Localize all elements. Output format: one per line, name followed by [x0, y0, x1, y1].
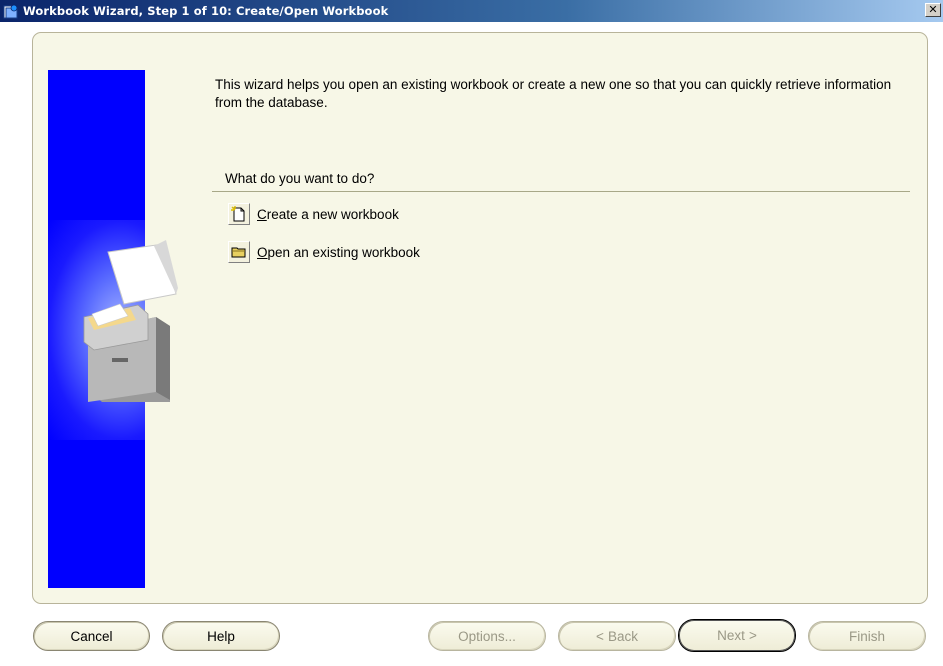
- open-existing-workbook-button[interactable]: [228, 241, 250, 263]
- next-arrow-icon: >: [748, 628, 757, 643]
- open-mnemonic: O: [257, 244, 268, 260]
- open-existing-workbook-label: Open an existing workbook: [257, 245, 420, 260]
- create-mnemonic: C: [257, 206, 267, 222]
- finish-button[interactable]: Finish: [808, 621, 926, 651]
- cancel-button-label: Cancel: [70, 628, 113, 644]
- back-button-label: Back: [607, 628, 638, 644]
- help-button-label: Help: [207, 628, 235, 644]
- intro-text: This wizard helps you open an existing w…: [215, 77, 892, 110]
- create-label-rest: reate a new workbook: [266, 206, 399, 222]
- close-icon: ✕: [928, 3, 938, 16]
- open-folder-icon: [231, 247, 246, 258]
- create-new-workbook-option[interactable]: Create a new workbook: [228, 203, 399, 225]
- section-divider: [212, 191, 910, 192]
- options-button[interactable]: Options...: [428, 621, 546, 651]
- question-label: What do you want to do?: [225, 171, 375, 186]
- finish-button-label: Finish: [848, 628, 885, 644]
- create-new-workbook-button[interactable]: [228, 203, 250, 225]
- window-title: Workbook Wizard, Step 1 of 10: Create/Op…: [23, 4, 389, 18]
- new-workbook-icon: [231, 206, 245, 222]
- file-cabinet-illustration: [83, 240, 178, 402]
- options-button-label: Options...: [458, 628, 516, 644]
- close-button[interactable]: ✕: [925, 3, 941, 17]
- open-label-rest: pen an existing workbook: [267, 244, 420, 260]
- create-new-workbook-label: Create a new workbook: [257, 207, 399, 222]
- back-button[interactable]: < Back: [558, 621, 676, 651]
- title-bar: Workbook Wizard, Step 1 of 10: Create/Op…: [0, 0, 943, 22]
- app-icon: [3, 4, 18, 19]
- next-button-label: Next: [717, 628, 745, 643]
- next-button[interactable]: Next >: [678, 619, 796, 652]
- open-existing-workbook-option[interactable]: Open an existing workbook: [228, 241, 420, 263]
- cancel-button[interactable]: Cancel: [33, 621, 150, 651]
- help-button[interactable]: Help: [162, 621, 280, 651]
- cabinet-icon: [83, 303, 170, 402]
- flying-paper-icon: [107, 240, 178, 305]
- back-arrow-icon: <: [596, 628, 604, 644]
